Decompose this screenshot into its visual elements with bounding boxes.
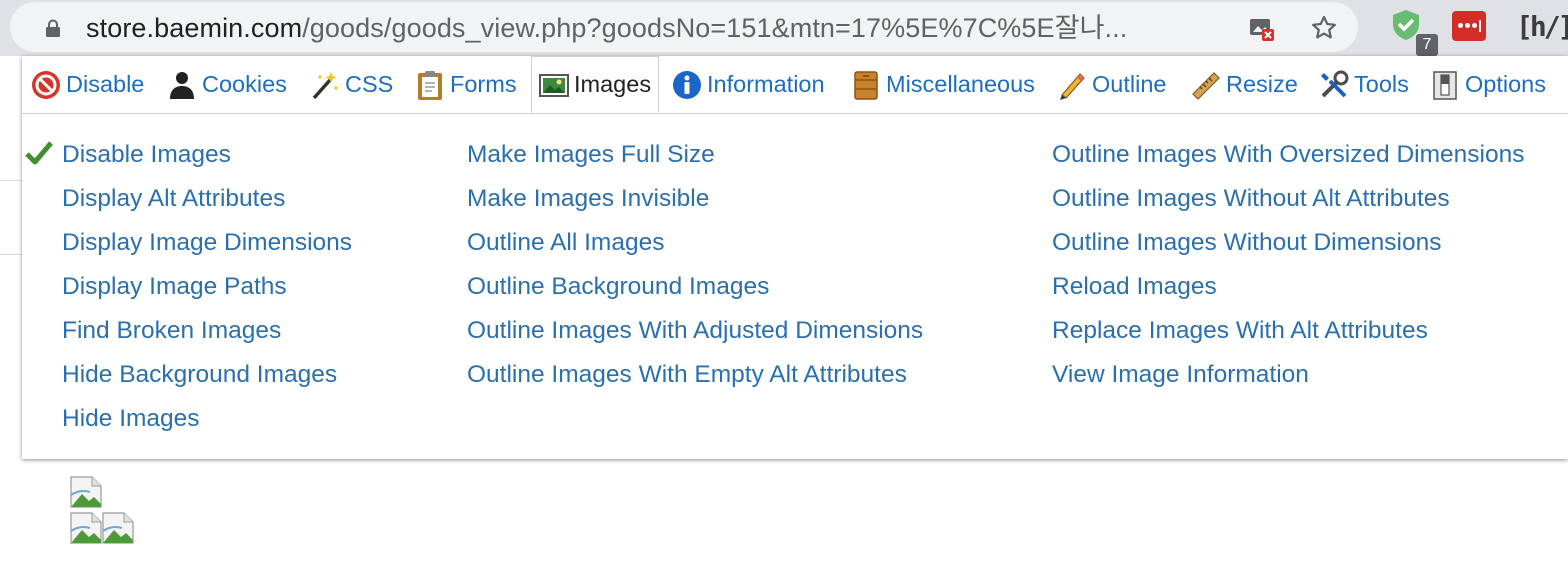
tab-label: Tools <box>1354 71 1409 97</box>
menu-item-reload-images[interactable]: Reload Images <box>1052 268 1524 312</box>
menu-item-hide-background-images[interactable]: Hide Background Images <box>62 356 352 400</box>
address-bar[interactable]: store.baemin.com/goods/goods_view.php?go… <box>10 2 1358 52</box>
extensions-area: 7 [h/] <box>1376 0 1568 56</box>
tab-cookies[interactable]: Cookies <box>166 56 287 113</box>
clipboard-icon <box>418 70 442 100</box>
menu-item-view-image-information[interactable]: View Image Information <box>1052 356 1524 400</box>
url-text[interactable]: store.baemin.com/goods/goods_view.php?go… <box>86 13 1127 43</box>
tab-resize[interactable]: Resize <box>1190 56 1298 113</box>
tab-outline[interactable]: Outline <box>1056 56 1166 113</box>
broken-image-icon <box>102 512 134 544</box>
tools-icon <box>1321 70 1349 97</box>
menu-item-make-images-full-size[interactable]: Make Images Full Size <box>467 136 923 180</box>
checkmark-icon <box>25 141 53 165</box>
menu-item-display-alt-attributes[interactable]: Display Alt Attributes <box>62 180 352 224</box>
ruler-icon <box>1192 71 1220 100</box>
images-blocked-icon[interactable] <box>1247 14 1275 42</box>
menu-item-outline-all-images[interactable]: Outline All Images <box>467 224 923 268</box>
menu-item-make-images-invisible[interactable]: Make Images Invisible <box>467 180 923 224</box>
menu-item-outline-background-images[interactable]: Outline Background Images <box>467 268 923 312</box>
box-icon <box>854 70 878 100</box>
browser-toolbar: store.baemin.com/goods/goods_view.php?go… <box>0 0 1568 56</box>
menu-item-replace-with-alt[interactable]: Replace Images With Alt Attributes <box>1052 312 1524 356</box>
tab-information[interactable]: Information <box>671 56 825 113</box>
magic-wand-icon <box>312 71 338 99</box>
tab-disable[interactable]: Disable <box>30 56 144 113</box>
hypothesis-icon: [h/] <box>1516 10 1568 43</box>
bookmark-star-icon[interactable] <box>1310 14 1338 42</box>
menu-item-outline-without-dimensions[interactable]: Outline Images Without Dimensions <box>1052 224 1524 268</box>
tab-forms[interactable]: Forms <box>414 56 517 113</box>
menu-item-outline-oversized-dimensions[interactable]: Outline Images With Oversized Dimensions <box>1052 136 1524 180</box>
tab-label: Images <box>574 71 652 97</box>
tab-label: Options <box>1465 71 1546 97</box>
broken-image-icon <box>70 476 102 508</box>
hypothesis-extension[interactable]: [h/] <box>1514 8 1568 48</box>
tab-images[interactable]: Images <box>531 56 659 113</box>
tab-label: Resize <box>1226 71 1298 97</box>
images-menu-column-1: Disable Images Display Alt Attributes Di… <box>62 136 352 444</box>
tab-options[interactable]: Options <box>1429 56 1546 113</box>
menu-item-outline-adjusted-dimensions[interactable]: Outline Images With Adjusted Dimensions <box>467 312 923 356</box>
menu-item-find-broken-images[interactable]: Find Broken Images <box>62 312 352 356</box>
tab-miscellaneous[interactable]: Miscellaneous <box>850 56 1035 113</box>
picture-icon <box>539 73 569 97</box>
tab-label: Outline <box>1092 71 1167 97</box>
lastpass-extension[interactable] <box>1452 8 1488 48</box>
tab-label: Forms <box>450 71 517 97</box>
images-menu-column-2: Make Images Full Size Make Images Invisi… <box>467 136 923 400</box>
images-menu-column-3: Outline Images With Oversized Dimensions… <box>1052 136 1524 400</box>
extension-badge: 7 <box>1416 34 1438 56</box>
menu-item-display-image-paths[interactable]: Display Image Paths <box>62 268 352 312</box>
menu-item-outline-empty-alt[interactable]: Outline Images With Empty Alt Attributes <box>467 356 923 400</box>
tab-label: Cookies <box>202 71 287 97</box>
lock-icon[interactable] <box>44 19 62 37</box>
url-host: store.baemin.com <box>86 13 303 43</box>
no-entry-icon <box>32 70 60 99</box>
tab-label: Disable <box>66 71 145 97</box>
info-icon <box>673 70 701 99</box>
menu-item-disable-images[interactable]: Disable Images <box>62 136 352 180</box>
tab-css[interactable]: CSS <box>309 56 393 113</box>
pencil-icon <box>1060 72 1085 100</box>
tab-tools[interactable]: Tools <box>1318 56 1409 113</box>
lastpass-icon <box>1452 11 1486 41</box>
menu-item-outline-without-alt[interactable]: Outline Images Without Alt Attributes <box>1052 180 1524 224</box>
security-extension[interactable]: 7 <box>1390 8 1438 56</box>
tab-label: CSS <box>345 71 394 97</box>
cookie-person-icon <box>170 71 194 99</box>
web-developer-popup: Disable Cookies CSS Forms Images Informa… <box>22 56 1568 459</box>
menu-item-hide-images[interactable]: Hide Images <box>62 400 352 444</box>
menu-item-display-image-dimensions[interactable]: Display Image Dimensions <box>62 224 352 268</box>
tab-bar: Disable Cookies CSS Forms Images Informa… <box>22 56 1568 114</box>
tab-label: Miscellaneous <box>886 71 1035 97</box>
broken-image-icon <box>70 512 102 544</box>
tab-label: Information <box>707 71 825 97</box>
switch-icon <box>1433 70 1457 100</box>
url-path: /goods/goods_view.php?goodsNo=151&mtn=17… <box>302 13 1128 43</box>
page-background <box>0 56 22 256</box>
